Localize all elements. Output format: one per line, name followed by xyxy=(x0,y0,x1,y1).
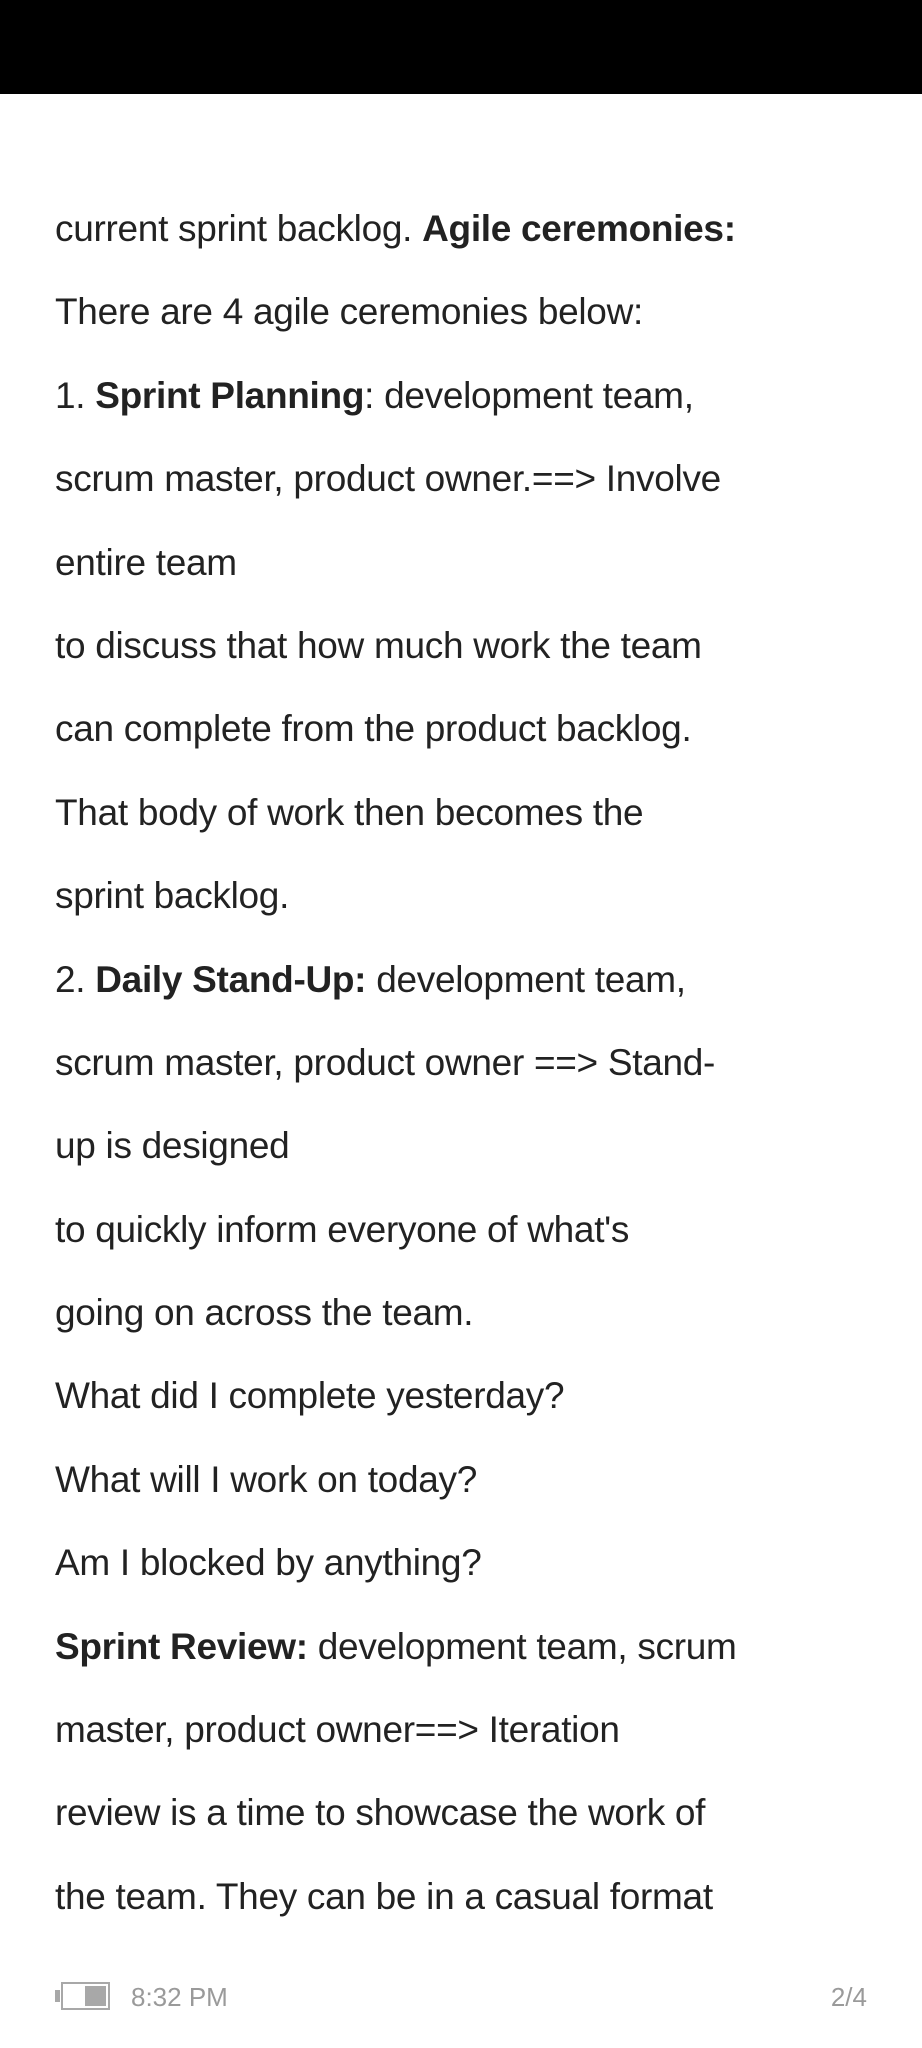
clock-time: 8:32 PM xyxy=(131,1982,228,2012)
text-line: That body of work then becomes the xyxy=(55,771,915,854)
text-segment: sprint backlog. xyxy=(55,875,290,917)
text-segment: 1. xyxy=(55,374,96,416)
text-line: review is a time to showcase the work of xyxy=(55,1771,915,1854)
text-segment: Am I blocked by anything? xyxy=(55,1542,482,1584)
text-segment: scrum master, product owner.==> Involve xyxy=(55,458,721,500)
text-segment: the team. They can be in a casual format xyxy=(55,1875,713,1917)
text-segment: can complete from the product backlog. xyxy=(55,708,692,750)
text-segment: That body of work then becomes the xyxy=(55,791,644,833)
text-segment: current sprint backlog. xyxy=(55,208,423,249)
battery-icon xyxy=(55,1982,110,2010)
text-segment: : development team, xyxy=(364,374,694,416)
text-line: up is designed xyxy=(55,1104,915,1187)
text-line: Am I blocked by anything? xyxy=(55,1521,915,1604)
text-line: What will I work on today? xyxy=(55,1438,915,1521)
text-line: to discuss that how much work the team xyxy=(55,604,915,687)
bold-text: Agile ceremonies: xyxy=(422,208,736,249)
text-line: current sprint backlog. Agile ceremonies… xyxy=(55,187,915,270)
text-line: can complete from the product backlog. xyxy=(55,687,915,770)
text-segment: There are 4 agile ceremonies below: xyxy=(55,291,643,333)
text-segment: review is a time to showcase the work of xyxy=(55,1792,706,1834)
text-segment: to quickly inform everyone of what's xyxy=(55,1208,630,1250)
bold-text: Daily Stand-Up: xyxy=(95,958,367,1000)
text-segment: up is designed xyxy=(55,1125,290,1167)
text-segment: What will I work on today? xyxy=(55,1458,477,1500)
text-line: scrum master, product owner ==> Stand- xyxy=(55,1021,915,1104)
text-line: master, product owner==> Iteration xyxy=(55,1688,915,1771)
text-segment: to discuss that how much work the team xyxy=(55,624,702,666)
text-line: sprint backlog. xyxy=(55,854,915,937)
text-line: the team. They can be in a casual format xyxy=(55,1855,915,1938)
document-text: current sprint backlog. Agile ceremonies… xyxy=(55,187,915,1938)
text-line: Sprint Review: development team, scrum xyxy=(55,1605,915,1688)
page-indicator: 2/4 xyxy=(830,1982,867,2012)
top-status-bar xyxy=(0,0,922,94)
text-segment: What did I complete yesterday? xyxy=(55,1375,565,1417)
bold-text: Sprint Review: xyxy=(55,1625,308,1667)
text-line: entire team xyxy=(55,521,915,604)
text-line: What did I complete yesterday? xyxy=(55,1354,915,1437)
text-segment: scrum master, product owner ==> Stand- xyxy=(55,1041,716,1083)
text-line: 2. Daily Stand-Up: development team, xyxy=(55,938,915,1021)
text-line: going on across the team. xyxy=(55,1271,915,1354)
text-segment: development team, xyxy=(366,958,686,1000)
text-segment: development team, scrum xyxy=(307,1625,737,1667)
bold-text: Sprint Planning xyxy=(95,374,365,416)
text-line: scrum master, product owner.==> Involve xyxy=(55,437,915,520)
reader-footer: 8:32 PM 2/4 xyxy=(0,1975,922,2019)
text-line: to quickly inform everyone of what's xyxy=(55,1188,915,1271)
text-segment: master, product owner==> Iteration xyxy=(55,1709,620,1751)
text-segment: 2. xyxy=(55,958,96,1000)
text-segment: going on across the team. xyxy=(55,1292,474,1334)
text-line: There are 4 agile ceremonies below: xyxy=(55,270,915,353)
text-line: 1. Sprint Planning: development team, xyxy=(55,354,915,437)
text-segment: entire team xyxy=(55,541,237,583)
